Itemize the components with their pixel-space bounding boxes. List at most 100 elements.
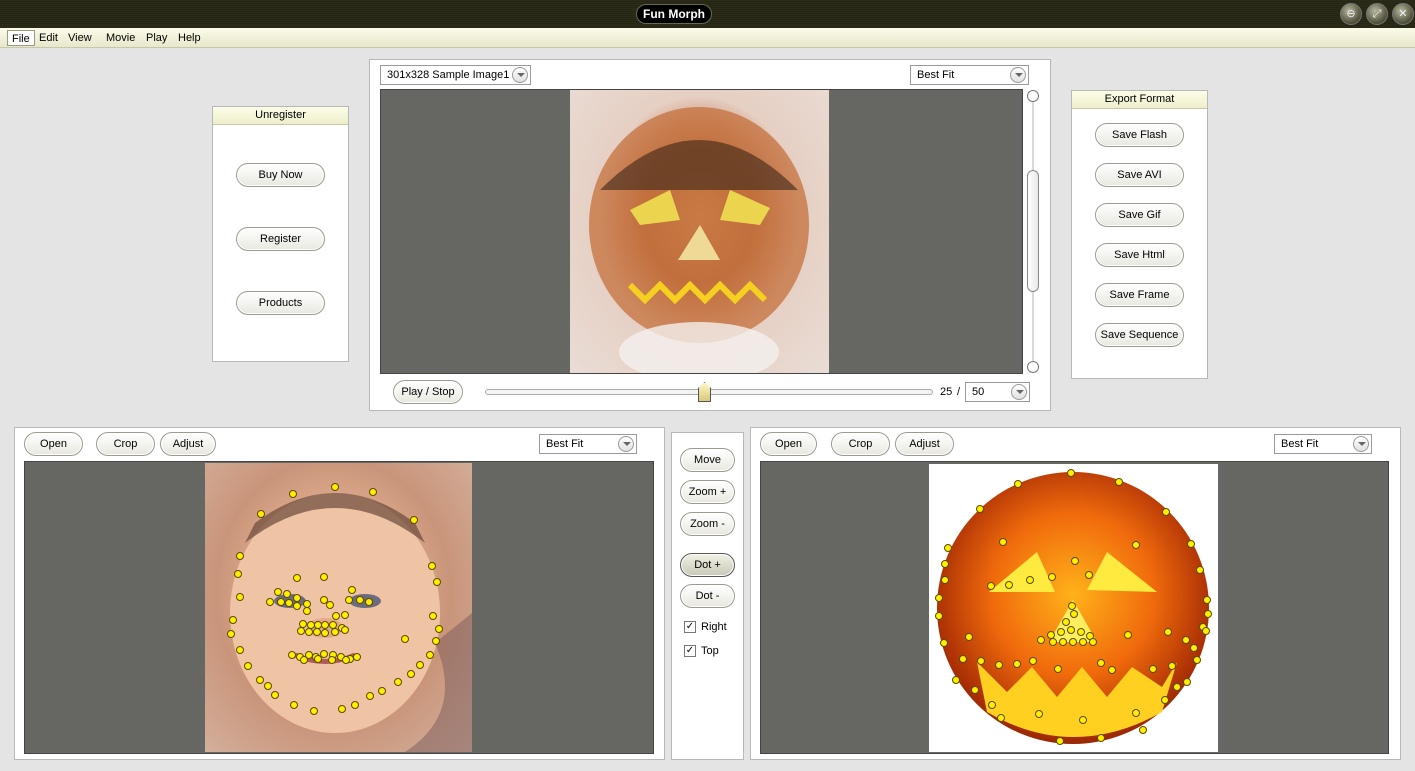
control-dot[interactable] — [1077, 628, 1085, 636]
left-crop-button[interactable]: Crop — [96, 432, 155, 456]
control-dot[interactable] — [1054, 665, 1062, 673]
control-dot[interactable] — [1062, 618, 1070, 626]
menu-file[interactable]: File — [7, 30, 35, 46]
control-dot[interactable] — [236, 593, 244, 601]
control-dot[interactable] — [401, 635, 409, 643]
control-dot[interactable] — [338, 705, 346, 713]
control-dot[interactable] — [995, 661, 1003, 669]
control-dot[interactable] — [378, 687, 386, 695]
control-dot[interactable] — [1029, 657, 1037, 665]
control-dot[interactable] — [341, 611, 349, 619]
close-icon[interactable]: ✕ — [1392, 3, 1414, 25]
right-fit-select[interactable]: Best Fit — [1274, 434, 1372, 454]
control-dot[interactable] — [1070, 610, 1078, 618]
control-dot[interactable] — [1149, 665, 1157, 673]
control-dot[interactable] — [433, 578, 441, 586]
move-button[interactable]: Move — [680, 448, 735, 472]
control-dot[interactable] — [407, 670, 415, 678]
right-crop-button[interactable]: Crop — [831, 432, 890, 456]
maximize-icon[interactable]: ⤢ — [1366, 3, 1388, 25]
control-dot[interactable] — [435, 625, 443, 633]
control-dot[interactable] — [313, 628, 321, 636]
control-dot[interactable] — [321, 621, 329, 629]
control-dot[interactable] — [342, 656, 350, 664]
control-dot[interactable] — [428, 562, 436, 570]
control-dot[interactable] — [432, 637, 440, 645]
control-dot[interactable] — [1132, 541, 1140, 549]
frame-total-stepper[interactable]: 50 — [965, 382, 1030, 402]
control-dot[interactable] — [293, 574, 301, 582]
save-frame-button[interactable]: Save Frame — [1095, 283, 1184, 307]
control-dot[interactable] — [410, 516, 418, 524]
left-fit-select[interactable]: Best Fit — [539, 434, 637, 454]
right-check-row[interactable]: ✓ Right — [684, 621, 727, 633]
control-dot[interactable] — [1049, 638, 1057, 646]
buy-now-button[interactable]: Buy Now — [236, 163, 325, 187]
chevron-down-icon[interactable] — [512, 67, 528, 83]
control-dot[interactable] — [293, 594, 301, 602]
control-dot[interactable] — [1056, 737, 1064, 745]
control-dot[interactable] — [236, 646, 244, 654]
control-dot[interactable] — [1097, 659, 1105, 667]
control-dot[interactable] — [227, 630, 235, 638]
control-dot[interactable] — [1204, 610, 1212, 618]
control-dot[interactable] — [935, 612, 943, 620]
control-dot[interactable] — [426, 651, 434, 659]
control-dot[interactable] — [1035, 710, 1043, 718]
preview-vertical-scrollbar[interactable] — [1027, 90, 1039, 373]
control-dot[interactable] — [1183, 678, 1191, 686]
control-dot[interactable] — [1069, 638, 1077, 646]
control-dot[interactable] — [366, 692, 374, 700]
control-dot[interactable] — [940, 639, 948, 647]
scroll-up-icon[interactable] — [1027, 90, 1039, 102]
control-dot[interactable] — [416, 661, 424, 669]
control-dot[interactable] — [328, 656, 336, 664]
scroll-down-icon[interactable] — [1027, 361, 1039, 373]
control-dot[interactable] — [1202, 627, 1210, 635]
control-dot[interactable] — [1162, 508, 1170, 516]
control-dot[interactable] — [266, 598, 274, 606]
control-dot[interactable] — [369, 488, 377, 496]
control-dot[interactable] — [971, 686, 979, 694]
chevron-down-icon[interactable] — [1010, 67, 1026, 83]
control-dot[interactable] — [1097, 734, 1105, 742]
control-dot[interactable] — [1182, 636, 1190, 644]
top-checkbox[interactable]: ✓ — [684, 645, 696, 657]
control-dot[interactable] — [290, 701, 298, 709]
source-image-select[interactable]: 301x328 Sample Image1 — [380, 65, 531, 85]
zoom-in-button[interactable]: Zoom + — [680, 480, 735, 504]
control-dot[interactable] — [1085, 571, 1093, 579]
left-open-button[interactable]: Open — [24, 432, 83, 456]
control-dot[interactable] — [283, 590, 291, 598]
control-dot[interactable] — [321, 629, 329, 637]
control-dot[interactable] — [264, 682, 272, 690]
control-dot[interactable] — [965, 633, 973, 641]
control-dot[interactable] — [1193, 656, 1201, 664]
save-avi-button[interactable]: Save AVI — [1095, 163, 1184, 187]
control-dot[interactable] — [1161, 696, 1169, 704]
control-dot[interactable] — [271, 691, 279, 699]
control-dot[interactable] — [300, 656, 308, 664]
control-dot[interactable] — [351, 701, 359, 709]
menu-view[interactable]: View — [64, 30, 96, 46]
stepper-icon[interactable] — [1011, 384, 1027, 400]
control-dot[interactable] — [314, 655, 322, 663]
control-dot[interactable] — [394, 678, 402, 686]
control-dot[interactable] — [288, 651, 296, 659]
control-dot[interactable] — [341, 626, 349, 634]
control-dot[interactable] — [293, 602, 301, 610]
control-dot[interactable] — [1187, 540, 1195, 548]
control-dot[interactable] — [977, 657, 985, 665]
control-dot[interactable] — [1203, 596, 1211, 604]
control-dot[interactable] — [332, 612, 340, 620]
control-dot[interactable] — [256, 676, 264, 684]
control-dot[interactable] — [1196, 566, 1204, 574]
control-dot[interactable] — [1067, 469, 1075, 477]
control-dot[interactable] — [348, 586, 356, 594]
control-dot[interactable] — [1059, 638, 1067, 646]
play-stop-button[interactable]: Play / Stop — [393, 380, 463, 404]
control-dot[interactable] — [1190, 644, 1198, 652]
dot-remove-button[interactable]: Dot - — [680, 584, 735, 608]
minimize-icon[interactable]: ⊖ — [1340, 3, 1362, 25]
control-dot[interactable] — [429, 612, 437, 620]
